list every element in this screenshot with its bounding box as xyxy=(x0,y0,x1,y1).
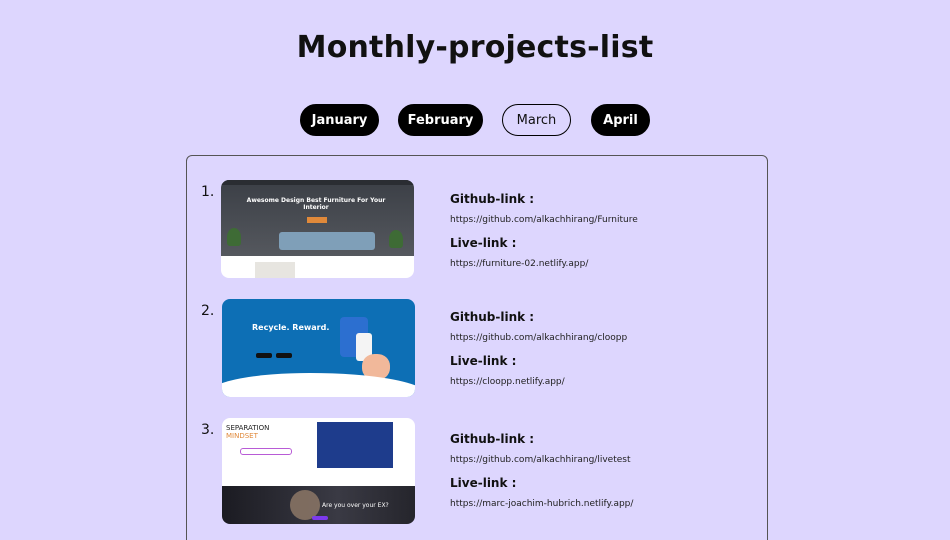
project-number: 1. xyxy=(201,184,215,200)
plant-illustration xyxy=(227,228,241,246)
sofa-illustration xyxy=(279,232,375,250)
project-links: Github-link : https://github.com/alkachh… xyxy=(450,192,638,269)
live-label: Live-link : xyxy=(450,476,517,490)
plant-illustration xyxy=(389,230,403,248)
project-item: 2. Recycle. Reward. Github-link : https:… xyxy=(187,299,767,399)
live-link[interactable]: https://marc-joachim-hubrich.netlify.app… xyxy=(450,499,633,509)
page: Monthly-projects-list January February M… xyxy=(0,0,950,540)
project-thumbnail[interactable]: Awesome Design Best Furniture For Your I… xyxy=(221,180,414,278)
project-links: Github-link : https://github.com/alkachh… xyxy=(450,432,633,509)
live-link[interactable]: https://cloopp.netlify.app/ xyxy=(450,377,627,387)
github-link[interactable]: https://github.com/alkachhirang/cloopp xyxy=(450,333,627,343)
month-tabs: January February March April xyxy=(0,104,950,136)
github-link[interactable]: https://github.com/alkachhirang/Furnitur… xyxy=(450,215,638,225)
tab-april[interactable]: April xyxy=(591,104,650,136)
live-label: Live-link : xyxy=(450,354,517,368)
play-store-badge xyxy=(276,353,292,358)
live-label: Live-link : xyxy=(450,236,517,250)
github-label: Github-link : xyxy=(450,192,535,206)
project-thumbnail[interactable]: SEPARATION MINDSET Are you over your EX? xyxy=(222,418,415,524)
tab-march[interactable]: March xyxy=(502,104,571,136)
page-title: Monthly-projects-list xyxy=(296,30,654,65)
thumbnail-heading: Awesome Design Best Furniture For Your I… xyxy=(246,197,386,211)
project-number: 2. xyxy=(201,303,215,319)
thumbnail-heading: Recycle. Reward. xyxy=(252,323,330,332)
project-links: Github-link : https://github.com/alkachh… xyxy=(450,310,627,387)
app-store-badge xyxy=(256,353,272,358)
project-thumbnail[interactable]: Recycle. Reward. xyxy=(222,299,415,397)
thumbnail-heading: SEPARATION xyxy=(226,424,270,432)
project-item: 3. SEPARATION MINDSET Are you over your … xyxy=(187,418,767,526)
projects-panel: 1. Awesome Design Best Furniture For You… xyxy=(186,155,768,540)
github-label: Github-link : xyxy=(450,310,535,324)
thumbnail-caption: Are you over your EX? xyxy=(322,502,389,509)
github-label: Github-link : xyxy=(450,432,535,446)
live-link[interactable]: https://furniture-02.netlify.app/ xyxy=(450,259,638,269)
tab-january[interactable]: January xyxy=(300,104,379,136)
thumbnail-heading-accent: MINDSET xyxy=(226,432,258,440)
project-number: 3. xyxy=(201,422,215,438)
github-link[interactable]: https://github.com/alkachhirang/livetest xyxy=(450,455,633,465)
project-item: 1. Awesome Design Best Furniture For You… xyxy=(187,180,767,280)
tab-february[interactable]: February xyxy=(398,104,483,136)
